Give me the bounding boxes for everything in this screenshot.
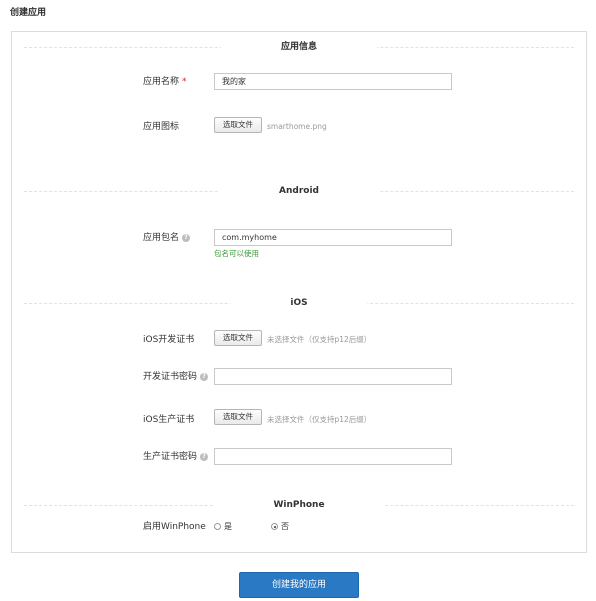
radio-checked-icon[interactable] bbox=[271, 523, 278, 530]
page-title: 创建应用 bbox=[10, 8, 47, 18]
package-status-text: 包名可以使用 bbox=[214, 249, 259, 258]
ios-prod-cert-hint: 未选择文件（仅支持p12后缀） bbox=[267, 415, 372, 424]
enable-winphone-label: 启用WinPhone bbox=[143, 522, 206, 532]
ios-prod-cert-choose-file-button[interactable]: 选取文件 bbox=[214, 409, 262, 425]
app-icon-filename: smarthome.png bbox=[267, 122, 327, 131]
dev-cert-password-input[interactable] bbox=[214, 368, 452, 385]
question-circle-icon[interactable]: ? bbox=[200, 372, 209, 381]
required-mark: * bbox=[182, 77, 187, 87]
section-title-app-info: 应用信息 bbox=[220, 41, 378, 53]
question-circle-icon[interactable]: ? bbox=[200, 452, 209, 461]
section-title-winphone: WinPhone bbox=[213, 499, 385, 511]
dev-cert-password-label: 开发证书密码? bbox=[143, 371, 209, 383]
section-header-winphone: WinPhone bbox=[24, 499, 574, 511]
section-title-android: Android bbox=[219, 185, 379, 197]
ios-dev-cert-choose-file-button[interactable]: 选取文件 bbox=[214, 330, 262, 346]
app-name-label-text: 应用名称 bbox=[143, 77, 180, 87]
create-app-button[interactable]: 创建我的应用 bbox=[239, 572, 359, 598]
prod-cert-password-input[interactable] bbox=[214, 448, 452, 465]
package-name-label: 应用包名? bbox=[143, 232, 191, 244]
ios-dev-cert-hint: 未选择文件（仅支持p12后缀） bbox=[267, 335, 372, 344]
question-circle-icon[interactable]: ? bbox=[182, 233, 191, 242]
radio-unchecked-icon[interactable] bbox=[214, 523, 221, 530]
ios-dev-cert-label: iOS开发证书 bbox=[143, 335, 195, 345]
section-header-app-info: 应用信息 bbox=[24, 41, 574, 53]
winphone-radio-no[interactable]: 否 bbox=[271, 521, 289, 533]
package-name-input[interactable]: com.myhome bbox=[214, 229, 452, 246]
section-title-ios: iOS bbox=[230, 297, 368, 309]
section-header-android: Android bbox=[24, 185, 574, 197]
app-icon-choose-file-button[interactable]: 选取文件 bbox=[214, 117, 262, 133]
app-name-label: 应用名称 * bbox=[143, 76, 187, 88]
prod-cert-password-label-text: 生产证书密码 bbox=[143, 452, 198, 462]
ios-prod-cert-label: iOS生产证书 bbox=[143, 415, 195, 425]
winphone-radio-yes[interactable]: 是 bbox=[214, 521, 232, 533]
app-icon-label: 应用图标 bbox=[143, 122, 180, 132]
app-name-input[interactable]: 我的家 bbox=[214, 73, 452, 90]
section-header-ios: iOS bbox=[24, 297, 574, 309]
prod-cert-password-label: 生产证书密码? bbox=[143, 451, 209, 463]
package-name-label-text: 应用包名 bbox=[143, 233, 180, 243]
create-app-form: 应用信息 应用名称 * 我的家 应用图标 选取文件 smarthome.png A… bbox=[11, 31, 587, 553]
radio-no-label: 否 bbox=[281, 522, 289, 531]
dev-cert-password-label-text: 开发证书密码 bbox=[143, 372, 198, 382]
radio-yes-label: 是 bbox=[224, 522, 232, 531]
